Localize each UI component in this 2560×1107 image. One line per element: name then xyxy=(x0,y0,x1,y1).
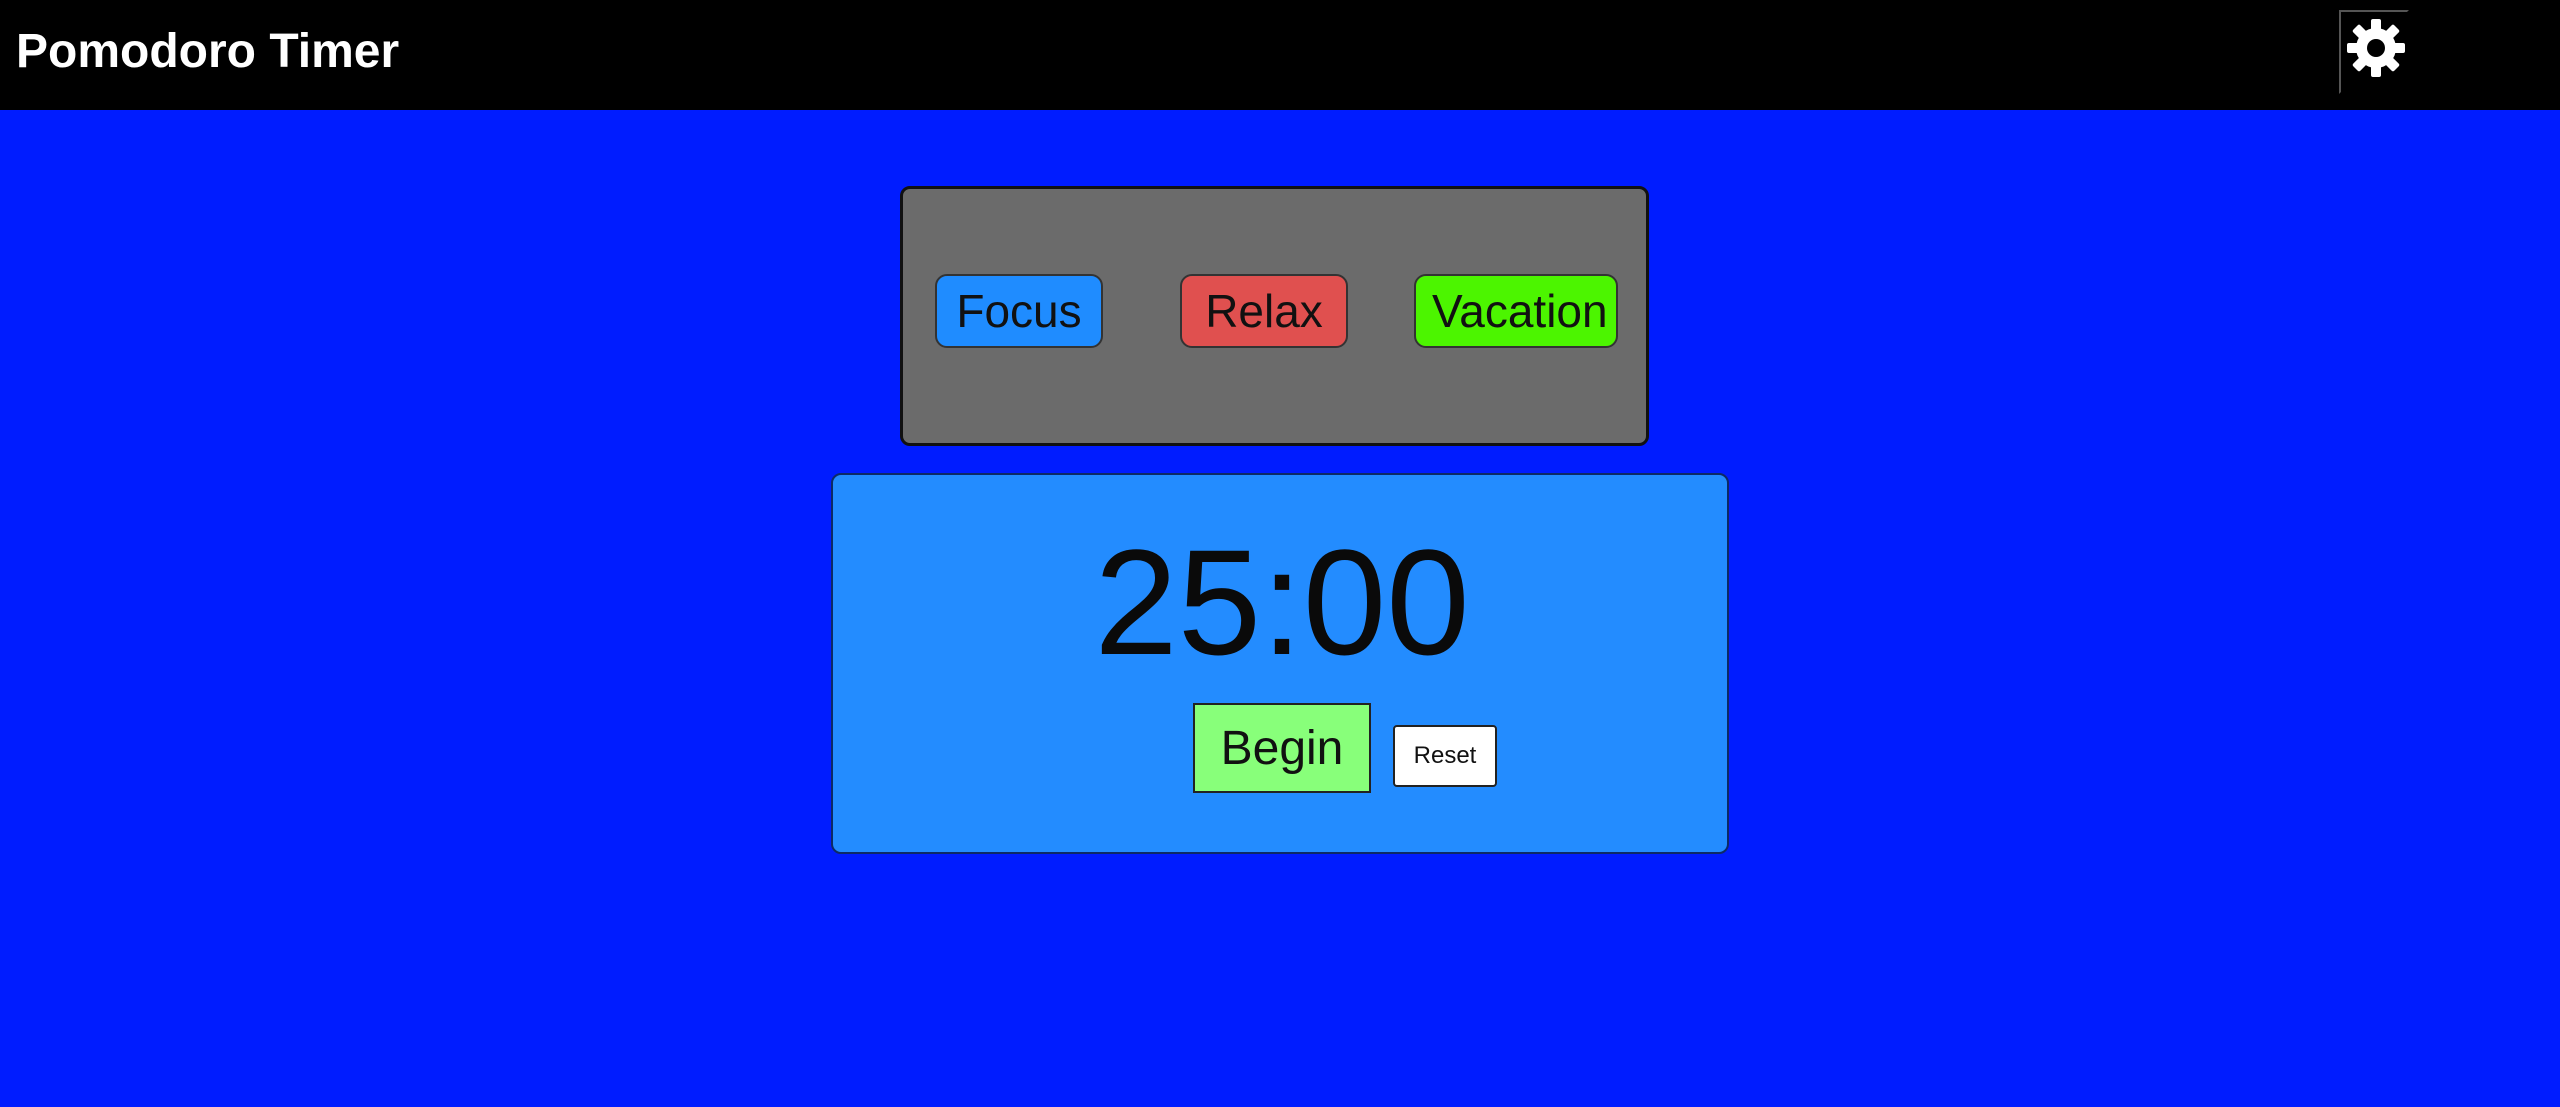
app-title: Pomodoro Timer xyxy=(16,25,400,78)
timer-panel: 25:00 Begin Reset xyxy=(831,473,1729,854)
reset-button[interactable]: Reset xyxy=(1393,725,1497,787)
timer-display: 25:00 xyxy=(1094,518,1470,686)
settings-button[interactable] xyxy=(2339,10,2409,94)
vacation-mode-button[interactable]: Vacation xyxy=(1414,274,1618,348)
relax-mode-button[interactable]: Relax xyxy=(1180,274,1348,348)
mode-panel: Focus Relax Vacation xyxy=(900,186,1649,446)
focus-mode-button[interactable]: Focus xyxy=(935,274,1103,348)
begin-button[interactable]: Begin xyxy=(1193,703,1371,793)
top-bar: Pomodoro Timer xyxy=(0,0,2560,110)
